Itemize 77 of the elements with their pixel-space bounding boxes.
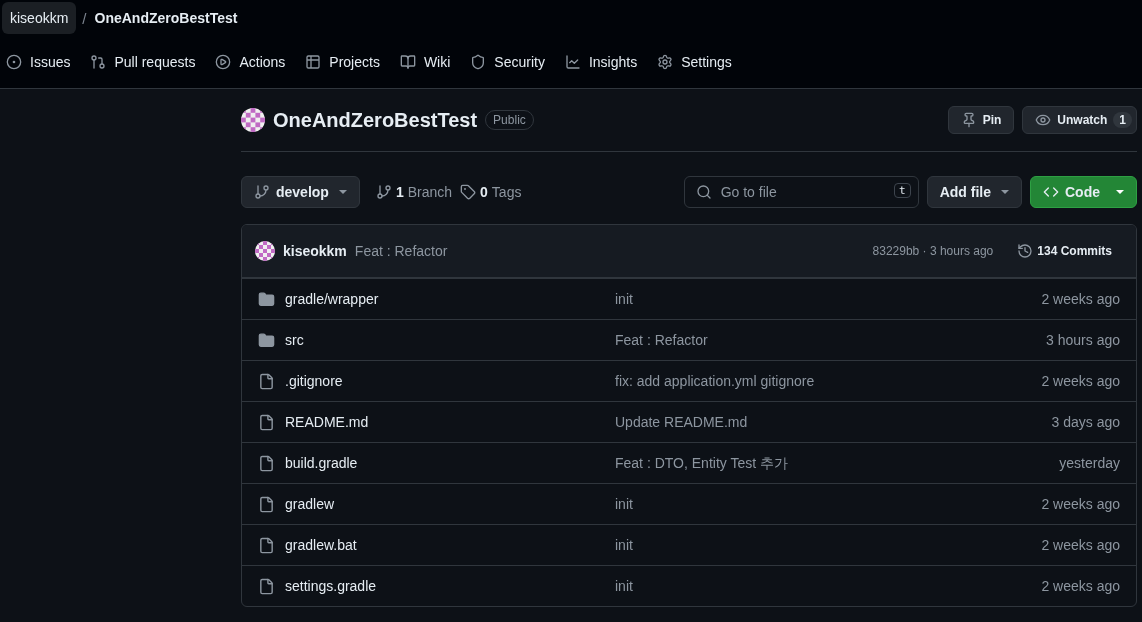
commit-age: yesterday (1059, 455, 1120, 471)
avatar-icon (241, 108, 265, 132)
play-icon (215, 54, 232, 70)
branch-icon (375, 184, 392, 200)
code-icon (1043, 184, 1059, 200)
breadcrumb-separator: / (82, 9, 87, 27)
repo-title: OneAndZeroBestTest (273, 108, 478, 132)
eye-icon (1035, 112, 1052, 128)
caret-icon (1116, 190, 1124, 194)
file-icon (258, 577, 275, 595)
file-icon (258, 413, 275, 431)
unwatch-button[interactable]: Unwatch 1 (1022, 106, 1137, 134)
commit-message[interactable]: init (615, 496, 633, 512)
commit-message[interactable]: init (615, 578, 633, 594)
file-icon (258, 372, 275, 390)
tag-icon (460, 184, 477, 200)
commit-age: 3 hours ago (1046, 332, 1120, 348)
avatar-icon (255, 241, 275, 261)
settings-icon (657, 54, 674, 70)
file-name[interactable]: gradlew (285, 496, 335, 512)
nav-tab[interactable]: Settings (653, 48, 744, 76)
commit-age: 2 weeks ago (1041, 537, 1120, 553)
file-icon (258, 536, 275, 554)
file-name[interactable]: .gitignore (285, 373, 343, 389)
commit-message[interactable]: Feat : Refactor (354, 243, 448, 259)
commit-message[interactable]: init (615, 291, 633, 307)
pin-button[interactable]: Pin (947, 106, 1015, 134)
file-name[interactable]: src (285, 332, 304, 348)
nav-tab[interactable]: Pull requests (86, 48, 208, 76)
tags-link[interactable]: 0 Tags (460, 184, 522, 200)
folder-icon (258, 290, 275, 308)
circle-dot-icon (6, 54, 22, 70)
nav-tab[interactable]: Security (466, 48, 557, 76)
file-icon (258, 454, 275, 472)
shortcut-key: t (894, 183, 911, 198)
commit-meta: 83229bb · 3 hours ago (872, 244, 994, 258)
pull-request-icon (90, 54, 107, 70)
book-icon (399, 54, 416, 70)
branch-select[interactable]: develop (241, 176, 360, 208)
commit-author[interactable]: kiseokkm (283, 243, 347, 259)
nav-tab[interactable]: Issues (2, 48, 83, 76)
file-name[interactable]: settings.gradle (285, 578, 377, 594)
file-name[interactable]: gradlew.bat (285, 537, 357, 553)
nav-tab[interactable]: Actions (211, 48, 298, 76)
commit-age: 2 weeks ago (1041, 373, 1120, 389)
file-name[interactable]: gradle/wrapper (285, 291, 379, 307)
branch-icon (254, 184, 270, 200)
commit-message[interactable]: Feat : DTO, Entity Test 추가 (615, 454, 788, 471)
owner-link[interactable]: kiseokkm (2, 2, 77, 34)
code-button[interactable]: Code (1030, 176, 1137, 208)
commit-age: 3 days ago (1051, 414, 1120, 430)
watch-count: 1 (1113, 112, 1132, 128)
branches-link[interactable]: 1 Branch (375, 184, 453, 200)
repo-link[interactable]: OneAndZeroBestTest (94, 10, 238, 26)
caret-icon (338, 190, 347, 194)
file-icon (258, 495, 275, 513)
commit-message[interactable]: fix: add application.yml gitignore (615, 373, 815, 389)
graph-icon (564, 54, 581, 70)
nav-tab[interactable]: Wiki (395, 48, 463, 76)
shield-icon (470, 54, 487, 70)
table-icon (305, 54, 322, 70)
file-name[interactable]: README.md (285, 414, 369, 430)
commit-age: 2 weeks ago (1041, 496, 1120, 512)
commits-link[interactable]: 134 Commits (1009, 243, 1120, 259)
folder-icon (258, 331, 275, 349)
commit-age: 2 weeks ago (1041, 578, 1120, 594)
file-name[interactable]: build.gradle (285, 455, 358, 471)
history-icon (1017, 243, 1034, 259)
add-file-button[interactable]: Add file (926, 176, 1022, 208)
commit-message[interactable]: init (615, 537, 633, 553)
commit-message[interactable]: Update README.md (615, 414, 748, 430)
commit-message[interactable]: Feat : Refactor (615, 332, 708, 348)
commit-age: 2 weeks ago (1041, 291, 1120, 307)
nav-tab[interactable]: Insights (560, 48, 650, 76)
nav-tab[interactable]: Projects (301, 48, 392, 76)
search-icon (695, 184, 712, 200)
caret-icon (1001, 190, 1009, 194)
